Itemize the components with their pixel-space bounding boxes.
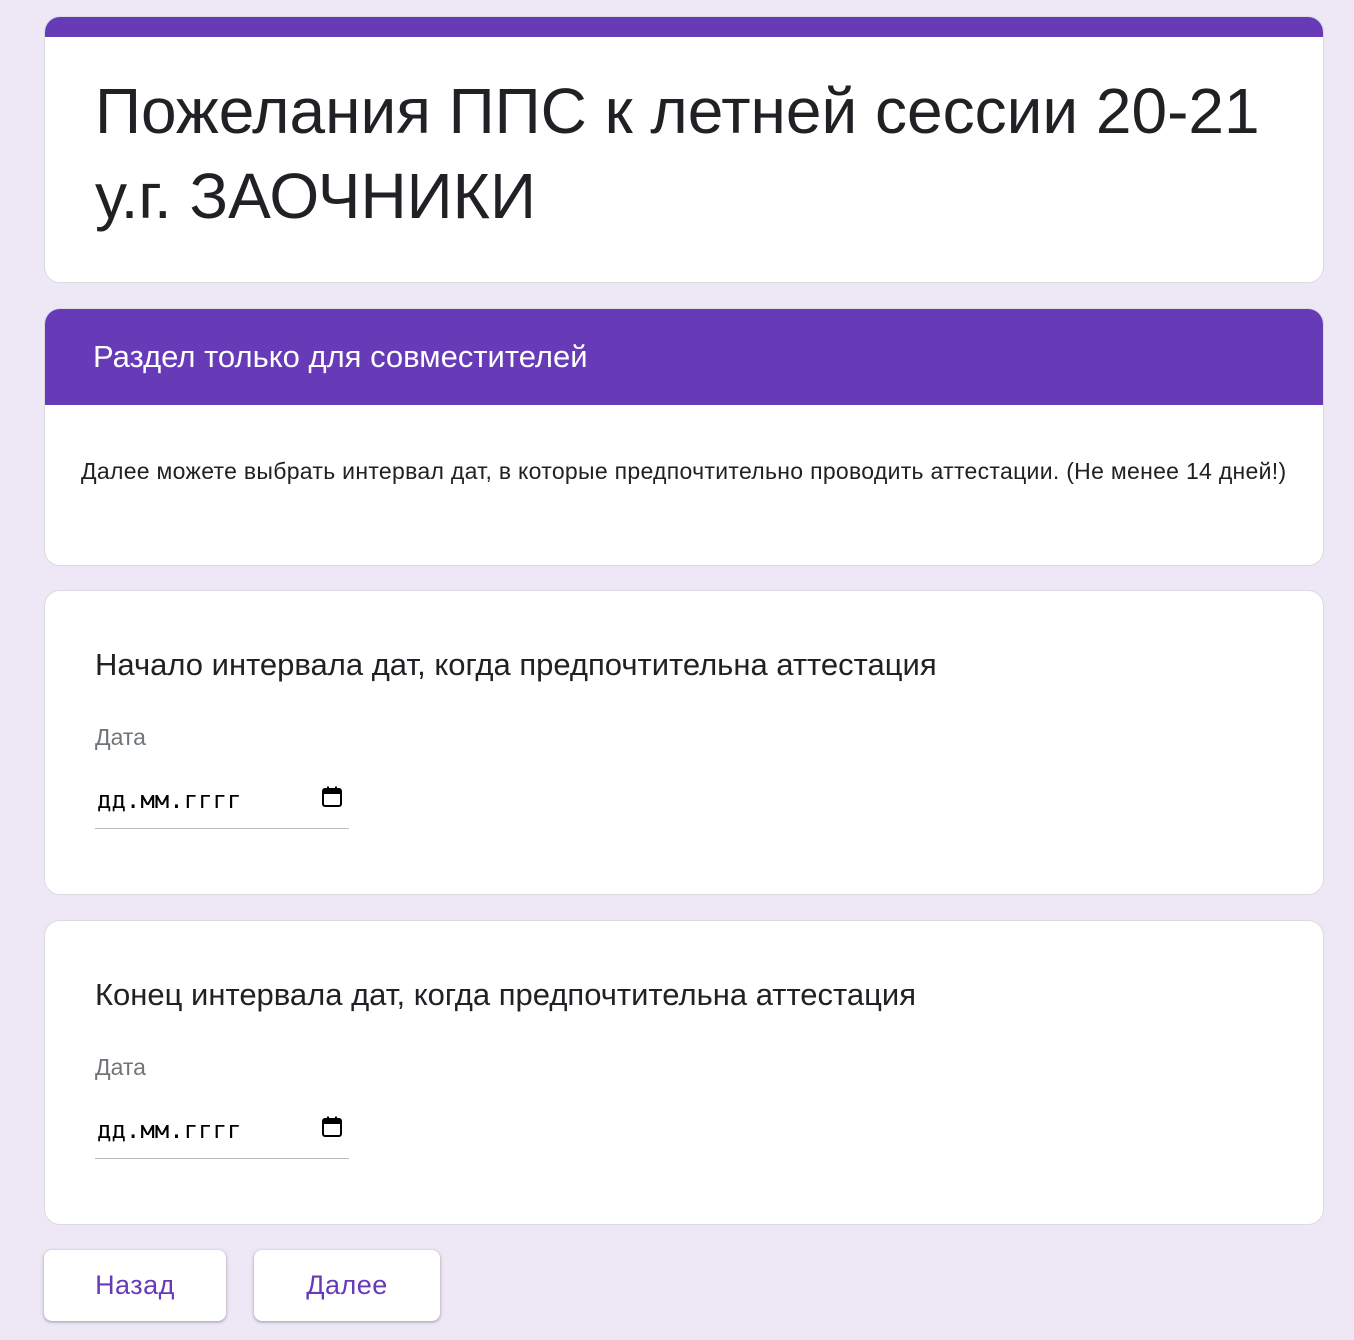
next-button[interactable]: Далее xyxy=(254,1250,440,1321)
date-field-label: Дата xyxy=(95,1054,146,1080)
date-placeholder: дд.мм.гггг xyxy=(97,786,242,814)
back-button[interactable]: Назад xyxy=(44,1250,226,1321)
section-description: Далее можете выбрать интервал дат, в кот… xyxy=(81,458,1287,484)
calendar-icon[interactable] xyxy=(321,786,343,808)
date-placeholder: дд.мм.гггг xyxy=(97,1116,242,1144)
date-field-label: Дата xyxy=(95,724,146,750)
question-card-start-date: Начало интервала дат, когда предпочтител… xyxy=(44,590,1324,895)
start-date-input[interactable]: дд.мм.гггг xyxy=(95,779,349,829)
section-title: Раздел только для совместителей xyxy=(93,339,588,374)
end-date-input[interactable]: дд.мм.гггг xyxy=(95,1109,349,1159)
question-title: Конец интервала дат, когда предпочтитель… xyxy=(95,977,917,1012)
title-accent-bar xyxy=(45,17,1323,37)
section-header: Раздел только для совместителей xyxy=(45,309,1323,405)
form-title-card: Пожелания ППС к летней сессии 20-21 у.г.… xyxy=(44,16,1324,283)
question-title: Начало интервала дат, когда предпочтител… xyxy=(95,647,937,682)
form-title: Пожелания ППС к летней сессии 20-21 у.г.… xyxy=(95,75,1260,232)
question-card-end-date: Конец интервала дат, когда предпочтитель… xyxy=(44,920,1324,1225)
section-card: Раздел только для совместителей Далее мо… xyxy=(44,308,1324,566)
calendar-icon[interactable] xyxy=(321,1116,343,1138)
